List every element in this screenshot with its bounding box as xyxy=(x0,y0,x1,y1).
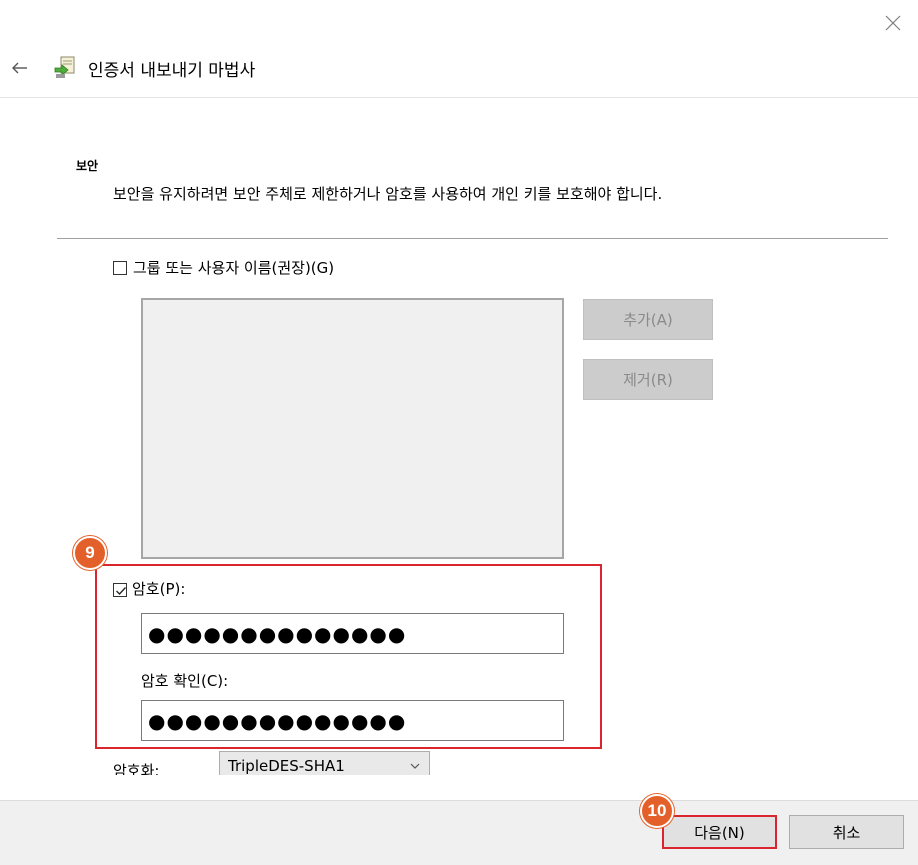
close-icon xyxy=(885,15,901,31)
group-user-label: 그룹 또는 사용자 이름(권장)(G) xyxy=(133,259,335,277)
footer-scroll-overlap xyxy=(0,775,918,801)
chevron-down-icon xyxy=(410,763,420,769)
back-button[interactable] xyxy=(8,56,32,80)
step-badge-9: 9 xyxy=(73,536,107,570)
password-input[interactable]: ●●●●●●●●●●●●●● xyxy=(141,613,564,654)
add-button[interactable]: 추가(A) xyxy=(583,299,713,340)
cancel-button[interactable]: 취소 xyxy=(789,815,904,849)
close-button[interactable] xyxy=(880,10,906,36)
password-checkbox[interactable] xyxy=(113,583,127,597)
step-badge-10: 10 xyxy=(640,794,674,828)
content-divider xyxy=(57,238,888,239)
group-user-checkbox[interactable] xyxy=(113,261,127,275)
principal-list[interactable] xyxy=(141,298,564,559)
footer-divider xyxy=(0,800,918,801)
password-label: 암호(P): xyxy=(132,580,186,598)
checkmark-icon xyxy=(116,587,126,595)
remove-button[interactable]: 제거(R) xyxy=(583,359,713,400)
certificate-wizard-icon xyxy=(52,54,78,80)
section-title: 보안 xyxy=(76,159,99,173)
confirm-password-input[interactable]: ●●●●●●●●●●●●●● xyxy=(141,700,564,741)
section-description: 보안을 유지하려면 보안 주체로 제한하거나 암호를 사용하여 개인 키를 보호… xyxy=(113,185,663,203)
encryption-select-value: TripleDES-SHA1 xyxy=(228,757,345,775)
header-divider xyxy=(0,97,918,98)
back-arrow-icon xyxy=(12,62,27,74)
wizard-title: 인증서 내보내기 마법사 xyxy=(88,61,256,81)
confirm-password-label: 암호 확인(C): xyxy=(141,672,229,690)
next-button[interactable]: 다음(N) xyxy=(662,815,777,849)
